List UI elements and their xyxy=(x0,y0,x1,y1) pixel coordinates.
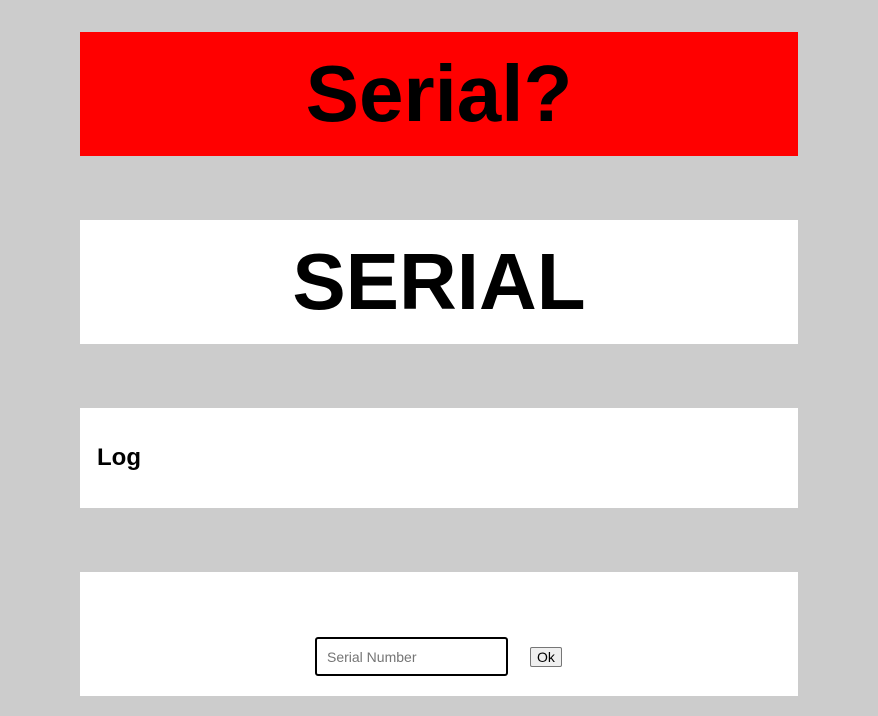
serial-display: SERIAL xyxy=(80,220,798,344)
log-heading: Log xyxy=(97,444,141,471)
serial-number-input[interactable] xyxy=(315,637,508,676)
serial-entry-form: Ok xyxy=(80,572,798,696)
ok-button[interactable]: Ok xyxy=(530,647,562,667)
serial-display-text: SERIAL xyxy=(292,237,586,326)
prompt-banner: Serial? xyxy=(80,32,798,156)
log-panel: Log xyxy=(80,408,798,508)
prompt-title: Serial? xyxy=(305,49,573,138)
